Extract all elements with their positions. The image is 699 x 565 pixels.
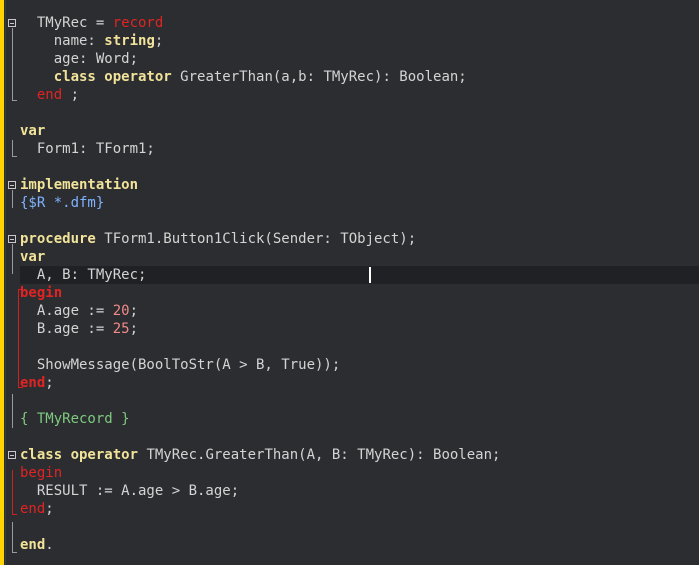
code-token: end (20, 375, 46, 391)
code-line[interactable]: var (20, 122, 45, 140)
code-token: procedure (20, 231, 96, 247)
code-line[interactable]: ShowMessage(BoolToStr(A > B, True)); (20, 356, 340, 374)
code-line[interactable]: end ; (20, 86, 79, 104)
gutter-separator (5, 0, 6, 565)
code-token: . (45, 537, 54, 553)
code-line[interactable]: A, B: TMyRec; (20, 266, 147, 284)
fold-guide (12, 522, 13, 552)
code-token: 20 (112, 303, 130, 319)
code-line[interactable]: begin (20, 464, 62, 482)
code-token: ; (45, 501, 54, 517)
code-token: end (20, 537, 46, 553)
code-line[interactable]: RESULT := A.age > B.age; (20, 482, 239, 500)
text-caret (369, 267, 371, 283)
code-line[interactable]: Form1: TForm1; (20, 140, 155, 158)
code-token: RESULT := A.age > B.age; (36, 483, 240, 499)
code-token: Form1: TForm1; (36, 141, 155, 157)
fold-guide (12, 244, 13, 274)
code-token: end (20, 501, 46, 517)
code-token: implementation (20, 177, 139, 193)
code-line[interactable]: name: string; (20, 32, 164, 50)
code-token: 25 (112, 321, 130, 337)
code-token: {$R *.dfm} (20, 195, 105, 211)
code-token: begin (20, 285, 63, 301)
code-token: ; (154, 33, 164, 49)
code-line[interactable]: begin (20, 284, 62, 302)
fold-toggle-icon[interactable] (8, 181, 16, 189)
code-line[interactable]: A.age := 20; (20, 302, 138, 320)
fold-guide (12, 394, 13, 428)
code-line[interactable]: age: Word; (20, 50, 138, 68)
code-token: record (112, 15, 164, 31)
code-line[interactable]: class operator GreaterThan(a,b: TMyRec):… (20, 68, 467, 86)
code-line[interactable]: { TMyRecord } (20, 410, 130, 428)
begin-end-guide (18, 289, 19, 387)
code-line[interactable]: B.age := 25; (20, 320, 138, 338)
code-line[interactable]: end. (20, 536, 54, 554)
fold-guide (12, 28, 13, 100)
code-token: var (20, 249, 46, 265)
end-guide-hook (12, 514, 17, 515)
code-token: class operator (53, 69, 172, 85)
begin-end-guide (12, 470, 13, 514)
fold-guide (12, 140, 13, 156)
code-token: name: (53, 33, 105, 49)
code-token: A.age := (36, 303, 113, 319)
code-token: ; (45, 375, 54, 391)
fold-guide-end (12, 100, 17, 101)
code-token: var (20, 123, 46, 139)
code-token: ShowMessage(BoolToStr(A > B, True)); (36, 357, 341, 373)
code-token: begin (20, 465, 63, 481)
code-line[interactable]: {$R *.dfm} (20, 194, 104, 212)
code-token: end (36, 87, 63, 103)
code-token: age: Word; (53, 51, 139, 67)
change-marker-bar (0, 0, 4, 565)
code-line[interactable]: implementation (20, 176, 138, 194)
code-token: ; (129, 321, 139, 337)
code-token: ; (62, 87, 80, 103)
code-token: TForm1.Button1Click(Sender: TObject); (95, 231, 417, 247)
code-line[interactable]: end; (20, 500, 54, 518)
fold-toggle-icon[interactable] (8, 235, 16, 243)
code-line[interactable]: var (20, 248, 45, 266)
fold-guide (12, 190, 13, 208)
code-token: string (104, 33, 155, 49)
code-token: TMyRec = (36, 15, 113, 31)
code-token: ; (129, 303, 139, 319)
fold-guide-end (12, 156, 17, 157)
code-line[interactable]: procedure TForm1.Button1Click(Sender: TO… (20, 230, 416, 248)
code-token: { TMyRecord } (20, 411, 130, 427)
code-token: B.age := (36, 321, 113, 337)
code-token: GreaterThan(a,b: TMyRec): Boolean; (171, 69, 467, 85)
fold-toggle-icon[interactable] (8, 19, 16, 27)
fold-guide-end (12, 552, 17, 553)
code-line[interactable]: end; (20, 374, 54, 392)
fold-toggle-icon[interactable] (8, 451, 16, 459)
code-token: A, B: TMyRec; (36, 267, 147, 283)
code-line[interactable]: class operator TMyRec.GreaterThan(A, B: … (20, 446, 500, 464)
code-token: TMyRec.GreaterThan(A, B: TMyRec): Boolea… (138, 447, 501, 463)
code-line[interactable]: TMyRec = record (20, 14, 163, 32)
code-token: class operator (20, 447, 139, 463)
